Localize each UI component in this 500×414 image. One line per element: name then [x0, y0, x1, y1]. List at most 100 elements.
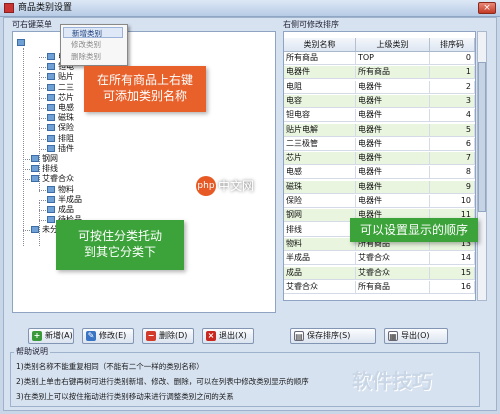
exit-button[interactable]: × 退出(X): [202, 328, 254, 344]
cell-parent[interactable]: 电器件: [356, 195, 430, 207]
cell-parent[interactable]: TOP: [356, 52, 430, 64]
tree-item[interactable]: 半成品: [47, 195, 82, 205]
cell-parent[interactable]: 所有商品: [356, 66, 430, 79]
menu-item-delete-category[interactable]: 删除类别: [63, 51, 123, 62]
tree-item[interactable]: 艾睿合众: [31, 174, 74, 184]
table-row[interactable]: 电阻 电器件 2: [284, 80, 475, 94]
table-row[interactable]: 贴片电解 电器件 5: [284, 123, 475, 137]
cell-name[interactable]: 芯片: [284, 152, 356, 165]
cell-parent[interactable]: 电器件: [356, 80, 430, 93]
cell-parent[interactable]: 电器件: [356, 94, 430, 107]
tree-item[interactable]: 磁珠: [47, 113, 74, 123]
cell-sort[interactable]: 16: [430, 280, 475, 293]
folder-icon: [31, 165, 39, 173]
export-button[interactable]: ▦ 导出(O): [384, 328, 448, 344]
cell-parent[interactable]: 所有商品: [356, 280, 430, 293]
tree-item[interactable]: 贴片: [47, 72, 74, 82]
cell-name[interactable]: 电阻: [284, 80, 356, 93]
cell-sort[interactable]: 0: [430, 52, 475, 64]
tree-item[interactable]: 芯片: [47, 93, 74, 103]
tree-connector: [39, 97, 46, 99]
edit-button[interactable]: ✎ 修改(E): [82, 328, 134, 344]
cell-parent[interactable]: 艾睿合众: [356, 266, 430, 279]
cell-sort[interactable]: 5: [430, 123, 475, 136]
cell-name[interactable]: 艾睿合众: [284, 280, 356, 293]
cell-sort[interactable]: 15: [430, 266, 475, 279]
scrollbar-thumb[interactable]: [478, 62, 486, 212]
cell-name[interactable]: 成品: [284, 266, 356, 279]
cell-name[interactable]: 保险: [284, 195, 356, 207]
table-row[interactable]: 芯片 电器件 7: [284, 152, 475, 166]
tree-connector: [23, 159, 30, 160]
table-row[interactable]: 磁珠 电器件 9: [284, 180, 475, 194]
tree-connector: [23, 48, 24, 246]
cell-parent[interactable]: 电器件: [356, 152, 430, 165]
cell-sort[interactable]: 3: [430, 94, 475, 107]
save-sort-button-label: 保存排序(S): [307, 331, 351, 340]
table-row[interactable]: 钽电容 电器件 4: [284, 109, 475, 123]
grid-panel-label: 右侧可修改排序: [281, 20, 341, 30]
table-row[interactable]: 艾睿合众 所有商品 16: [284, 280, 475, 294]
cell-name[interactable]: 贴片电解: [284, 123, 356, 136]
cell-sort[interactable]: 7: [430, 152, 475, 165]
cell-name[interactable]: 电感: [284, 166, 356, 179]
menu-item-new-category[interactable]: 新增类别: [63, 27, 123, 38]
cell-parent[interactable]: 电器件: [356, 109, 430, 122]
cell-sort[interactable]: 8: [430, 166, 475, 179]
cell-name[interactable]: 排线: [284, 223, 356, 236]
add-button[interactable]: + 新增(A): [28, 328, 74, 344]
cell-sort[interactable]: 14: [430, 252, 475, 265]
delete-button[interactable]: − 删除(D): [142, 328, 194, 344]
table-row[interactable]: 电感 电器件 8: [284, 166, 475, 180]
table-row[interactable]: 半成品 艾睿合众 14: [284, 252, 475, 266]
cell-sort[interactable]: 2: [430, 80, 475, 93]
cell-name[interactable]: 所有商品: [284, 52, 356, 64]
cell-sort[interactable]: 10: [430, 195, 475, 207]
table-row[interactable]: 电容 电器件 3: [284, 94, 475, 108]
cell-name[interactable]: 钽电容: [284, 109, 356, 122]
table-row[interactable]: 成品 艾睿合众 15: [284, 266, 475, 280]
sort-grid[interactable]: 类别名称 上级类别 排序码 所有商品 TOP 0 电器件 所有商品 1 电阻 电器件 2 电容 电器…: [283, 31, 476, 301]
cell-parent[interactable]: 艾睿合众: [356, 252, 430, 265]
cell-name[interactable]: 磁珠: [284, 180, 356, 193]
cell-name[interactable]: 电器件: [284, 66, 356, 79]
column-header-sort[interactable]: 排序码: [430, 38, 475, 51]
tree-item[interactable]: 二三: [47, 83, 74, 93]
tree-item[interactable]: 排线: [31, 164, 58, 174]
table-row[interactable]: 所有商品 TOP 0: [284, 52, 475, 65]
cell-name[interactable]: 电容: [284, 94, 356, 107]
cell-sort[interactable]: 4: [430, 109, 475, 122]
save-sort-button[interactable]: ▤ 保存排序(S): [290, 328, 376, 344]
cell-parent[interactable]: 电器件: [356, 166, 430, 179]
cell-parent[interactable]: 电器件: [356, 123, 430, 136]
table-row[interactable]: 电器件 所有商品 1: [284, 66, 475, 80]
cell-sort[interactable]: 9: [430, 180, 475, 193]
plus-icon: +: [32, 331, 42, 341]
tree-item-label: 芯片: [58, 92, 74, 102]
table-row[interactable]: 保险 电器件 10: [284, 195, 475, 208]
tree-item[interactable]: 成品: [47, 205, 74, 215]
tree-item[interactable]: 排阻: [47, 134, 74, 144]
tree-item[interactable]: 钢网: [31, 154, 58, 164]
cell-name[interactable]: 二三极管: [284, 137, 356, 150]
cell-parent[interactable]: 电器件: [356, 180, 430, 193]
cell-name[interactable]: 钢网: [284, 209, 356, 222]
tree-connector: [39, 77, 46, 79]
cell-name[interactable]: 半成品: [284, 252, 356, 265]
column-header-name[interactable]: 类别名称: [284, 38, 356, 51]
close-button[interactable]: ×: [478, 2, 496, 14]
menu-item-edit-category[interactable]: 修改类别: [63, 39, 123, 50]
cell-parent[interactable]: 电器件: [356, 137, 430, 150]
cell-name[interactable]: 物料: [284, 237, 356, 250]
column-header-parent[interactable]: 上级类别: [356, 38, 430, 51]
tree-item[interactable]: 电感: [47, 103, 74, 113]
table-row[interactable]: 二三极管 电器件 6: [284, 137, 475, 151]
folder-icon: [47, 104, 55, 111]
tree-item[interactable]: 插件: [47, 144, 74, 154]
cell-sort[interactable]: 6: [430, 137, 475, 150]
cell-sort[interactable]: 1: [430, 66, 475, 79]
tree-root[interactable]: [17, 38, 28, 48]
tree-item[interactable]: 物料: [47, 185, 74, 195]
folder-icon: [47, 114, 55, 122]
tree-item[interactable]: 保险: [47, 123, 74, 133]
